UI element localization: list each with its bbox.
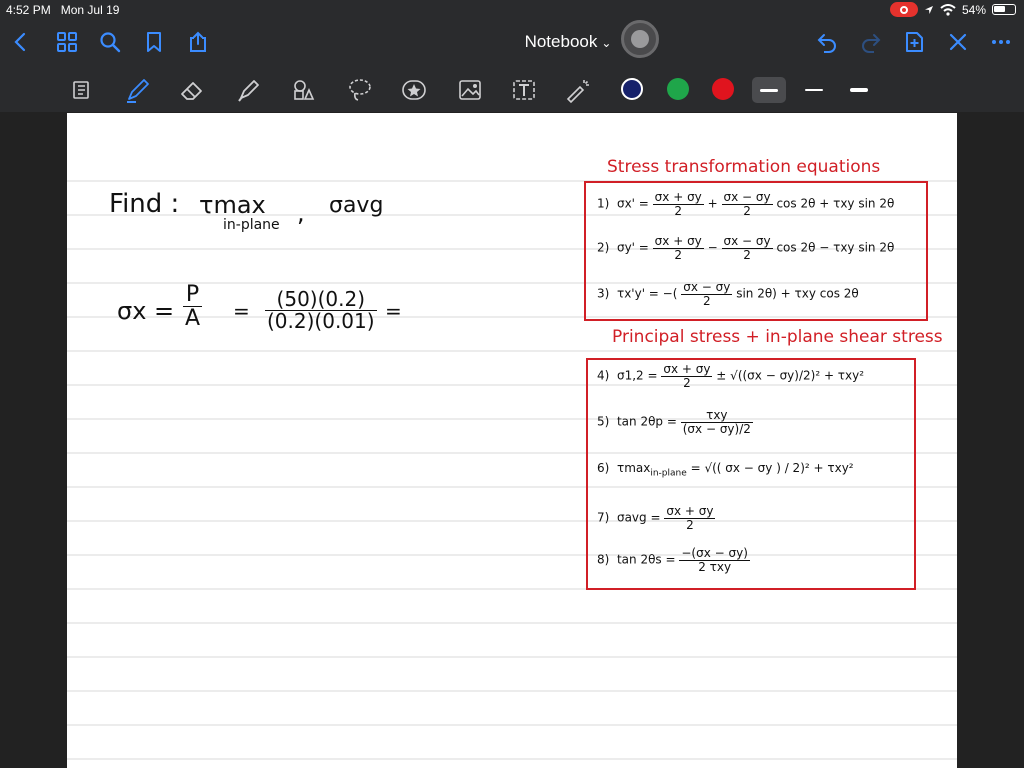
equation-3: 3) τx'y' = −( σx − σy 2 sin 2θ) + τxy cos… [597, 280, 859, 308]
color-swatch-green[interactable] [667, 78, 689, 100]
highlighter-tool-icon[interactable] [232, 74, 264, 106]
tool-bar [0, 68, 1024, 112]
equation-4: 4) σ1,2 = σx + σy 2 ± √((σx − σy)/2)² + τ… [597, 362, 865, 390]
lasso-read-icon[interactable] [66, 74, 98, 106]
chevron-down-icon: ⌄ [601, 36, 612, 50]
lasso-tool-icon[interactable] [344, 74, 376, 106]
nav-bar: Notebook ⌄ [0, 22, 1024, 66]
equation-7: 7) σavg = σx + σy 2 [597, 504, 716, 532]
status-bar: 4:52 PM Mon Jul 19 54% [0, 0, 1024, 20]
close-icon[interactable] [945, 30, 971, 56]
laser-pointer-icon[interactable] [562, 74, 594, 106]
notebook-page[interactable]: Find : τmax in-plane , σavg σx = PA = (5… [67, 113, 957, 768]
stroke-width-thick[interactable] [752, 77, 786, 103]
stroke-width-thin[interactable] [797, 77, 831, 103]
status-time: 4:52 PM Mon Jul 19 [6, 3, 120, 17]
screen-record-icon [889, 2, 918, 17]
add-page-icon[interactable] [901, 30, 927, 56]
redo-icon[interactable] [858, 30, 884, 56]
tau-max-symbol: τmax [199, 191, 266, 219]
heading-stress-transformation: Stress transformation equations [607, 157, 881, 177]
numeric-fraction: (50)(0.2) (0.2)(0.01) [265, 289, 377, 332]
color-swatch-red[interactable] [712, 78, 734, 100]
top-bar: 4:52 PM Mon Jul 19 54% Notebook ⌄ [0, 0, 1024, 68]
battery-percent: 54% [961, 2, 986, 17]
equation-6: 6) τmaxin-plane = √(( σx − σy ) / 2)² + … [597, 461, 854, 479]
pen-tool-icon[interactable] [122, 74, 154, 106]
color-swatch-navy[interactable] [621, 78, 643, 100]
trailing-equals: = [385, 299, 402, 323]
more-icon[interactable] [988, 30, 1014, 56]
sigma-avg-symbol: σavg [329, 193, 384, 218]
sticker-tool-icon[interactable] [398, 74, 430, 106]
denominator-expression: (0.2)(0.01) [267, 309, 375, 333]
equation-2: 2) σy' = σx + σy 2 − σx − σy 2 cos 2θ − τx… [597, 234, 895, 262]
battery-icon [992, 4, 1016, 15]
image-tool-icon[interactable] [454, 74, 486, 106]
stroke-width-medium[interactable] [842, 77, 876, 103]
p-over-a: PA [183, 283, 203, 332]
equals-sign: = [233, 299, 250, 323]
shapes-tool-icon[interactable] [288, 74, 320, 106]
numerator-expression: (50)(0.2) [265, 289, 377, 311]
wifi-icon [940, 3, 956, 16]
sigma-x-lhs: σx = [117, 297, 175, 325]
eraser-tool-icon[interactable] [176, 74, 208, 106]
floating-profile-button[interactable] [621, 20, 659, 58]
location-icon [924, 5, 933, 14]
p-numerator: P [183, 283, 203, 308]
undo-icon[interactable] [814, 30, 840, 56]
equation-5: 5) tan 2θp = τxy (σx − σy)/2 [597, 408, 753, 436]
in-plane-subscript: in-plane [223, 217, 280, 233]
find-label: Find : [109, 189, 180, 219]
equation-1: 1) σx' = σx + σy 2 + σx − σy 2 cos 2θ + τx… [597, 190, 895, 218]
equation-8: 8) tan 2θs = −(σx − σy) 2 τxy [597, 546, 750, 574]
a-denominator: A [185, 306, 201, 332]
heading-principal-stress: Principal stress + in-plane shear stress [612, 327, 943, 347]
text-tool-icon[interactable] [508, 74, 540, 106]
comma: , [297, 199, 305, 227]
